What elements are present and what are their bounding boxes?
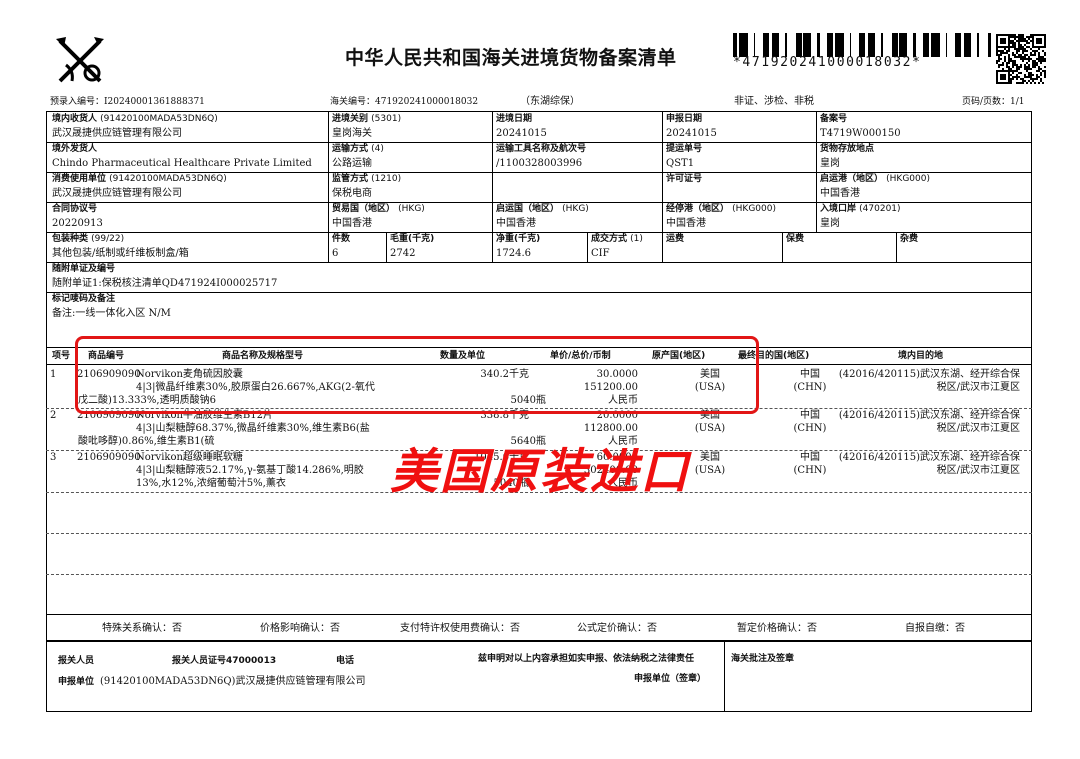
highlight-box <box>75 336 759 414</box>
page-indicator: 页码/页数：1/1 <box>962 97 1025 107</box>
customs-number: 海关编号：471920241000018032 <box>330 97 479 107</box>
entry-date-label: 进境日期 <box>496 114 533 124</box>
consumer-name: 武汉晟捷供应链管理有限公司 <box>52 188 182 199</box>
insurance-label: 保费 <box>786 234 805 244</box>
domestic-dest-line1: (42016/420115)武汉东湖、经开综合保 <box>838 452 1020 463</box>
bill-number: QST1 <box>666 158 695 169</box>
consignee-name: 武汉晟捷供应链管理有限公司 <box>52 128 182 139</box>
record-no: T4719W000150 <box>820 128 901 139</box>
col-domestic-destination: 境内目的地 <box>898 351 944 361</box>
record-no-label: 备案号 <box>820 114 848 124</box>
declaration-flags: 非证、涉检、非税 <box>734 96 814 107</box>
freight-label: 运费 <box>666 234 685 244</box>
departure-port: 中国香港 <box>820 188 860 199</box>
vehicle: /1100328003996 <box>496 158 583 169</box>
qr-code-icon <box>996 34 1046 84</box>
shipper-label: 境外发货人 <box>52 144 98 154</box>
via-port-label: 经停港（地区） (HKG000) <box>666 204 777 214</box>
special-relation-confirm: 特殊关系确认：否 <box>102 623 182 634</box>
trade-country: 中国香港 <box>332 218 372 229</box>
col-item-no: 项号 <box>52 351 71 361</box>
departure-port-label: 启运港（地区） (HKG000) <box>820 174 931 184</box>
gross-weight-label: 毛重(千克) <box>390 234 435 244</box>
declaration-date-label: 申报日期 <box>666 114 703 124</box>
domestic-dest-line2: 税区/武汉市江夏区 <box>936 465 1020 476</box>
domestic-dest-line1: (42016/420115)武汉东湖、经开综合保 <box>838 410 1020 421</box>
declaring-unit-label: 申报单位 <box>58 677 95 687</box>
declarant-cert: 报关人员证号47000013 <box>172 656 277 666</box>
barcode-number: *471920241000018032* <box>733 55 922 70</box>
commodity-spec-line1: 4|3|山梨糖醇液52.17%,γ-氨基丁酸14.286%,明胶 <box>136 465 364 476</box>
legal-statement: 兹申明对以上内容承担如实申报、依法纳税之法律责任 <box>478 654 695 664</box>
item-no: 3 <box>50 452 57 463</box>
deal-mode: CIF <box>591 248 610 259</box>
pieces: 6 <box>332 248 339 259</box>
provisional-price-confirm: 暂定价格确认：否 <box>737 623 817 634</box>
domestic-dest-line1: (42016/420115)武汉东湖、经开综合保 <box>838 369 1020 380</box>
contract-number: 20220913 <box>52 218 103 229</box>
consignee-label: 境内收货人 (91420100MADA53DN6Q) <box>52 114 218 124</box>
pieces-label: 件数 <box>332 234 351 244</box>
attached-docs: 随附单证1:保税核注清单QD471924I000025717 <box>52 278 278 289</box>
commodity-spec-line2: 酸吡哆醇)0.86%,维生素B1(硫 <box>78 436 215 447</box>
origin-country-label: 启运国（地区） (HKG) <box>496 204 589 214</box>
commodity-spec-line2: 13%,水12%,浓缩葡萄汁5%,薰衣 <box>136 478 286 489</box>
net-weight-label: 净重(千克) <box>496 234 541 244</box>
pre-entry-number: 预录入编号：I20240001361888371 <box>50 97 205 107</box>
package-label: 包装种类 (99/22) <box>52 234 125 244</box>
commodity-spec-line1: 4|3|山梨糖醇68.37%,微晶纤维素30%,维生素B6(盐 <box>136 423 370 434</box>
entry-date: 20241015 <box>496 128 547 139</box>
commodity-name: Norvikon超级睡眠软糖 <box>136 452 243 463</box>
misc-fee-label: 杂费 <box>900 234 919 244</box>
entry-border-label: 入境口岸 (470201) <box>820 204 901 214</box>
net-weight: 1724.6 <box>496 248 531 259</box>
phone-label: 电话 <box>336 656 355 666</box>
declaring-unit-name: (91420100MADA53DN6Q)武汉晟捷供应链管理有限公司 <box>100 676 366 687</box>
customs-district: （东湖综保） <box>520 96 580 107</box>
entry-port: 皇岗海关 <box>332 128 372 139</box>
entry-border: 皇岗 <box>820 218 840 229</box>
declarant-label: 报关人员 <box>58 656 95 666</box>
contract-label: 合同协议号 <box>52 204 98 214</box>
barcode-icon <box>733 33 993 57</box>
gross-weight: 2742 <box>390 248 416 259</box>
vehicle-label: 运输工具名称及航次号 <box>496 144 587 154</box>
docs-label: 随附单证及编号 <box>52 264 116 274</box>
supervision: 保税电商 <box>332 188 372 199</box>
item-no: 1 <box>50 369 57 380</box>
item-no: 2 <box>50 410 57 421</box>
self-pay-confirm: 自报自缴：否 <box>905 623 965 634</box>
trade-country-label: 贸易国（地区） (HKG) <box>332 204 425 214</box>
consumer-label: 消费使用单位 (91420100MADA53DN6Q) <box>52 174 227 184</box>
price-impact-confirm: 价格影响确认：否 <box>260 623 340 634</box>
declaring-unit-seal: 申报单位（签章） <box>634 674 707 684</box>
entry-port-label: 进境关别 (5301) <box>332 114 402 124</box>
customs-emblem-icon <box>52 35 108 87</box>
document-title: 中华人民共和国海关进境货物备案清单 <box>345 47 677 69</box>
transport-mode-label: 运输方式 (4) <box>332 144 384 154</box>
storage-location: 皇岗 <box>820 158 840 169</box>
royalty-confirm: 支付特许权使用费确认：否 <box>400 623 520 634</box>
shipper-name: Chindo Pharmaceutical Healthcare Private… <box>52 158 312 169</box>
customs-annotation-label: 海关批注及签章 <box>731 654 795 664</box>
domestic-dest-line2: 税区/武汉市江夏区 <box>936 382 1020 393</box>
storage-label: 货物存放地点 <box>820 144 875 154</box>
deal-mode-label: 成交方式 (1) <box>591 234 643 244</box>
marks-label: 标记唛码及备注 <box>52 294 116 304</box>
origin-annotation: 美国原装进口 <box>390 444 691 500</box>
bill-label: 提运单号 <box>666 144 703 154</box>
via-port: 中国香港 <box>666 218 706 229</box>
supervision-label: 监管方式 (1210) <box>332 174 402 184</box>
marks-remarks: 备注:一线一体化入区 N/M <box>52 308 171 319</box>
commodity-code: 2106909090 <box>77 452 141 463</box>
declaration-date: 20241015 <box>666 128 717 139</box>
transport-mode: 公路运输 <box>332 158 372 169</box>
formula-pricing-confirm: 公式定价确认：否 <box>577 623 657 634</box>
origin-country: 中国香港 <box>496 218 536 229</box>
license-label: 许可证号 <box>666 174 703 184</box>
package-type: 其他包装/纸制或纤维板制盒/箱 <box>52 248 189 259</box>
domestic-dest-line2: 税区/武汉市江夏区 <box>936 423 1020 434</box>
